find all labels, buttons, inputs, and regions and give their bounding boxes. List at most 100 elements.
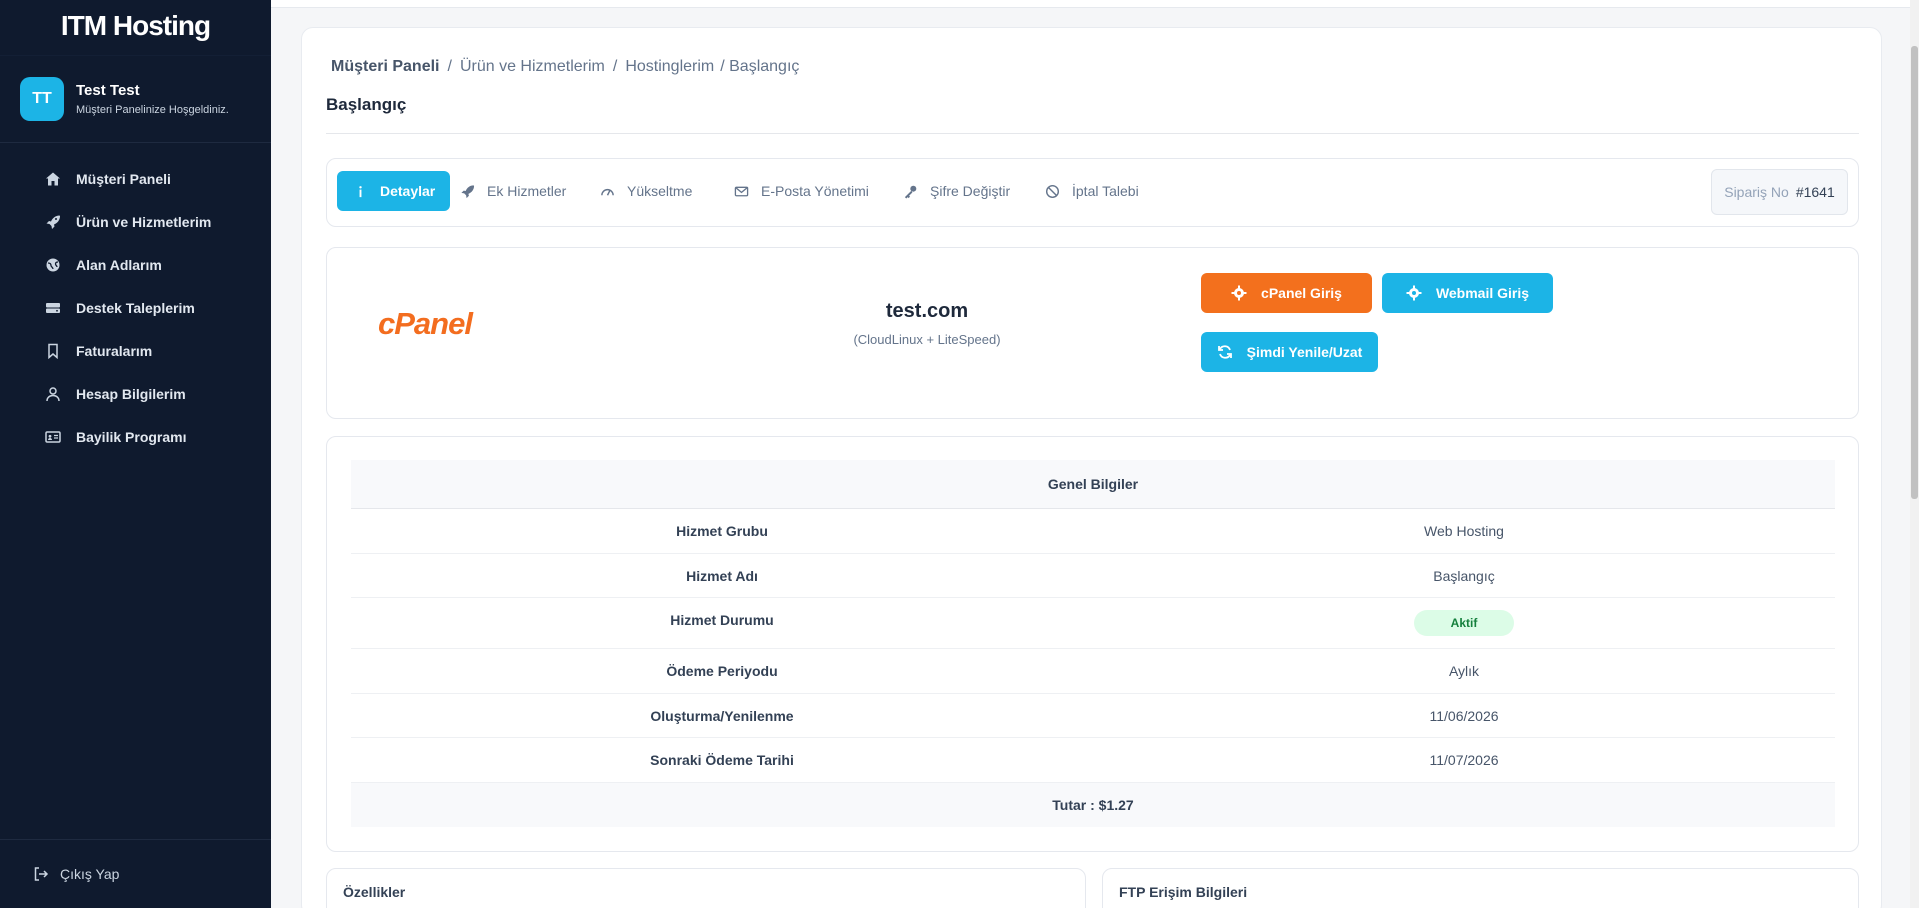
tab-details[interactable]: Detaylar xyxy=(337,171,451,211)
service-tabs: Detaylar Ek Hizmetler Yükseltme E-Posta … xyxy=(326,158,1859,227)
rocket-icon xyxy=(44,213,62,231)
id-card-icon xyxy=(44,428,62,446)
order-value: #1641 xyxy=(1795,184,1835,200)
sidebar-item-label: Bayilik Programı xyxy=(76,428,187,445)
page-title: Başlangıç xyxy=(326,95,407,114)
sidebar-item-domains[interactable]: Alan Adlarım xyxy=(0,243,271,286)
features-card: Özellikler xyxy=(326,868,1086,908)
row-value: Aylık xyxy=(1448,663,1480,679)
scrollbar-thumb[interactable] xyxy=(1911,46,1918,499)
service-summary: cPanel test.com (CloudLinux + LiteSpeed)… xyxy=(326,247,1859,419)
sidebar-item-tickets[interactable]: Destek Taleplerim xyxy=(0,286,271,329)
logout-label: Çıkış Yap xyxy=(60,866,120,882)
tab-label: Detaylar xyxy=(380,183,436,199)
tab-addons[interactable]: Ek Hizmetler xyxy=(459,171,566,211)
sidebar-item-label: Alan Adlarım xyxy=(76,256,162,273)
sidebar-item-account[interactable]: Hesap Bilgilerim xyxy=(0,372,271,415)
table-row: Hizmet Grubu Web Hosting xyxy=(351,509,1835,554)
row-key: Sonraki Ödeme Tarihi xyxy=(650,752,794,768)
tab-email[interactable]: E-Posta Yönetimi xyxy=(733,171,869,211)
cpanel-login-label: cPanel Giriş xyxy=(1261,285,1342,301)
page-scrollbar[interactable] xyxy=(1910,0,1919,908)
user-name: Test Test xyxy=(76,82,140,99)
breadcrumb-hostings[interactable]: Hostinglerim xyxy=(625,58,714,76)
gauge-icon xyxy=(599,183,615,199)
divider xyxy=(326,133,1859,134)
user-profile: TT Test Test Müşteri Panelinize Hoşgeldi… xyxy=(0,55,271,143)
tab-label: Ek Hizmetler xyxy=(487,183,567,199)
tab-label: E-Posta Yönetimi xyxy=(761,183,869,199)
tab-label: İptal Talebi xyxy=(1072,183,1139,199)
table-row: Oluşturma/Yenilenme 11/06/2026 xyxy=(351,694,1835,738)
brand-logo-text: ITM Hosting xyxy=(60,9,211,41)
refresh-icon xyxy=(1217,344,1233,360)
general-info-table: Genel Bilgiler Hizmet Grubu Web Hosting … xyxy=(351,460,1835,827)
sidebar-item-label: Faturalarım xyxy=(76,342,153,359)
row-key: Hizmet Adı xyxy=(686,567,758,584)
sidebar-item-label: Destek Taleplerim xyxy=(76,299,195,316)
sidebar-item-dashboard[interactable]: Müşteri Paneli xyxy=(0,157,271,200)
webmail-login-button[interactable]: Webmail Giriş xyxy=(1382,273,1553,313)
breadcrumb-products[interactable]: Ürün ve Hizmetlerim xyxy=(460,58,605,76)
breadcrumb-dashboard[interactable]: Müşteri Paneli xyxy=(331,58,439,76)
tab-label: Yükseltme xyxy=(627,183,693,199)
top-bar xyxy=(271,0,1919,8)
row-value: 11/07/2026 xyxy=(1429,752,1499,768)
row-key: Hizmet Grubu xyxy=(676,523,768,539)
breadcrumb: Müşteri Paneli / Ürün ve Hizmetlerim / H… xyxy=(331,58,800,76)
ftp-card: FTP Erişim Bilgileri xyxy=(1102,868,1859,908)
features-title: Özellikler xyxy=(343,884,406,900)
row-key: Hizmet Durumu xyxy=(670,612,774,628)
renew-label: Şimdi Yenile/Uzat xyxy=(1246,344,1363,360)
tab-upgrade[interactable]: Yükseltme xyxy=(599,171,692,211)
sidebar-nav: Müşteri Paneli Ürün ve Hizmetlerim Alan … xyxy=(0,143,271,458)
logout-link[interactable]: Çıkış Yap xyxy=(0,839,271,908)
tab-cancel[interactable]: İptal Talebi xyxy=(1044,171,1139,211)
envelope-icon xyxy=(733,183,749,199)
user-icon xyxy=(44,385,62,403)
sidebar-item-reseller[interactable]: Bayilik Programı xyxy=(0,415,271,458)
bookmark-icon xyxy=(44,342,62,360)
order-label: Sipariş No xyxy=(1724,184,1789,200)
avatar: TT xyxy=(20,77,64,121)
row-key: Oluşturma/Yenilenme xyxy=(650,707,794,724)
table-row: Sonraki Ödeme Tarihi 11/07/2026 xyxy=(351,738,1835,783)
tab-label: Şifre Değiştir xyxy=(930,183,1011,199)
cpanel-logo: cPanel xyxy=(378,306,475,340)
gear-icon xyxy=(1406,285,1422,301)
row-value: Başlangıç xyxy=(1433,567,1495,584)
server-icon xyxy=(44,299,62,317)
ftp-title: FTP Erişim Bilgileri xyxy=(1119,884,1248,900)
row-value: Web Hosting xyxy=(1424,523,1504,539)
status-badge: Aktif xyxy=(1414,610,1514,636)
table-row: Hizmet Durumu Aktif xyxy=(351,598,1835,649)
gear-icon xyxy=(1231,285,1247,301)
breadcrumb-current: / Başlangıç xyxy=(720,58,800,75)
tab-password[interactable]: Şifre Değiştir xyxy=(902,171,1010,211)
user-welcome: Müşteri Panelinize Hoşgeldiniz. xyxy=(76,104,229,116)
row-value: 11/06/2026 xyxy=(1429,707,1499,724)
sidebar-item-label: Hesap Bilgilerim xyxy=(76,385,186,402)
rocket-icon xyxy=(459,183,475,199)
platform-label: (CloudLinux + LiteSpeed) xyxy=(853,332,1001,347)
sidebar-item-label: Müşteri Paneli xyxy=(76,170,171,187)
sidebar-item-label: Ürün ve Hizmetlerim xyxy=(76,213,212,230)
key-icon xyxy=(902,183,918,199)
sidebar-item-products[interactable]: Ürün ve Hizmetlerim xyxy=(0,200,271,243)
sidebar-item-invoices[interactable]: Faturalarım xyxy=(0,329,271,372)
cpanel-login-button[interactable]: cPanel Giriş xyxy=(1201,273,1372,313)
total-amount: Tutar : $1.27 xyxy=(351,783,1835,827)
globe-icon xyxy=(44,256,62,274)
order-number: Sipariş No #1641 xyxy=(1711,169,1848,215)
table-row: Ödeme Periyodu Aylık xyxy=(351,649,1835,694)
main-content: Müşteri Paneli / Ürün ve Hizmetlerim / H… xyxy=(301,27,1882,908)
domain-name: test.com xyxy=(885,300,969,322)
logout-icon xyxy=(32,865,50,883)
home-icon xyxy=(44,170,62,188)
webmail-login-label: Webmail Giriş xyxy=(1435,285,1530,301)
ban-icon xyxy=(1044,183,1060,199)
table-header: Genel Bilgiler xyxy=(351,460,1835,509)
brand-logo[interactable]: ITM Hosting xyxy=(0,0,271,55)
general-info-card: Genel Bilgiler Hizmet Grubu Web Hosting … xyxy=(326,436,1859,852)
renew-button[interactable]: Şimdi Yenile/Uzat xyxy=(1201,332,1378,372)
